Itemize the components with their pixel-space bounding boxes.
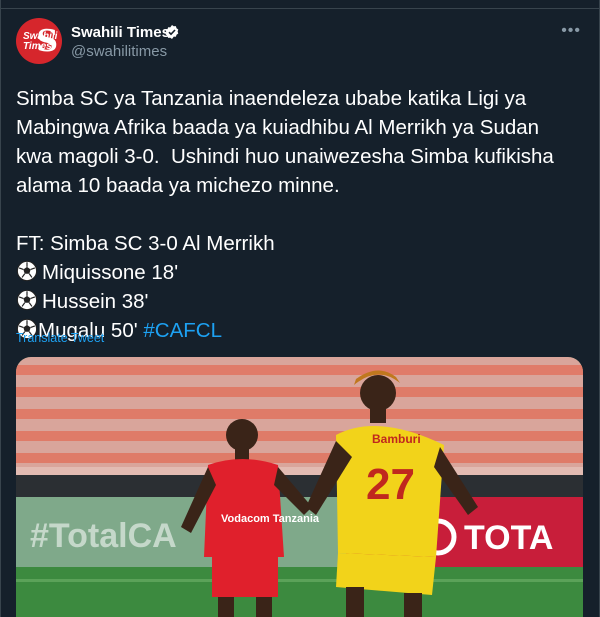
goal-line: Miquissone 18' — [16, 258, 586, 287]
goal-line: Hussein 38' — [16, 287, 586, 316]
top-divider — [1, 0, 599, 9]
hashtag-link[interactable]: #CAFCL — [143, 319, 222, 342]
tweet-line: kwa magoli 3-0. Ushindi huo unaiwezesha … — [16, 145, 554, 168]
avatar-letter: S — [36, 24, 58, 59]
translate-tweet-link[interactable]: Translate Tweet — [16, 331, 104, 345]
verified-badge-icon — [165, 25, 179, 39]
tweet-photo[interactable]: #TotalCA TOTA Vodacom Tanzania Bamburi 2… — [16, 357, 583, 617]
banner-text-right: TOTA — [464, 519, 553, 557]
shirt-sponsor-left: Vodacom Tanzania — [221, 513, 320, 525]
tweet-text: Simba SC ya Tanzania inaendeleza ubabe k… — [16, 84, 586, 345]
tweet-line: alama 10 baada ya michezo minne. — [16, 174, 340, 197]
tweet-line: Simba SC ya Tanzania inaendeleza ubabe k… — [16, 87, 527, 110]
soccer-ball-icon — [16, 289, 38, 311]
shirt-number: 27 — [366, 460, 415, 509]
account-handle[interactable]: @swahilitimes — [71, 43, 167, 60]
shirt-sponsor-right: Bamburi — [372, 432, 421, 446]
goal-scorer: Hussein 38' — [42, 290, 149, 313]
more-options-icon[interactable]: ••• — [561, 22, 581, 40]
avatar[interactable]: Swahili Times S — [16, 18, 62, 64]
match-result: FT: Simba SC 3-0 Al Merrikh — [16, 232, 275, 255]
soccer-ball-icon — [16, 260, 38, 282]
tweet-card[interactable]: Swahili Times S Swahili Times @swahiliti… — [0, 0, 600, 617]
account-name[interactable]: Swahili Times — [71, 24, 170, 41]
match-photo: #TotalCA TOTA Vodacom Tanzania Bamburi 2… — [16, 357, 583, 617]
banner-text-left: #TotalCA — [30, 517, 177, 555]
tweet-line: Mabingwa Afrika baada ya kuiadhibu Al Me… — [16, 116, 540, 139]
goal-scorer: Miquissone 18' — [42, 261, 179, 284]
